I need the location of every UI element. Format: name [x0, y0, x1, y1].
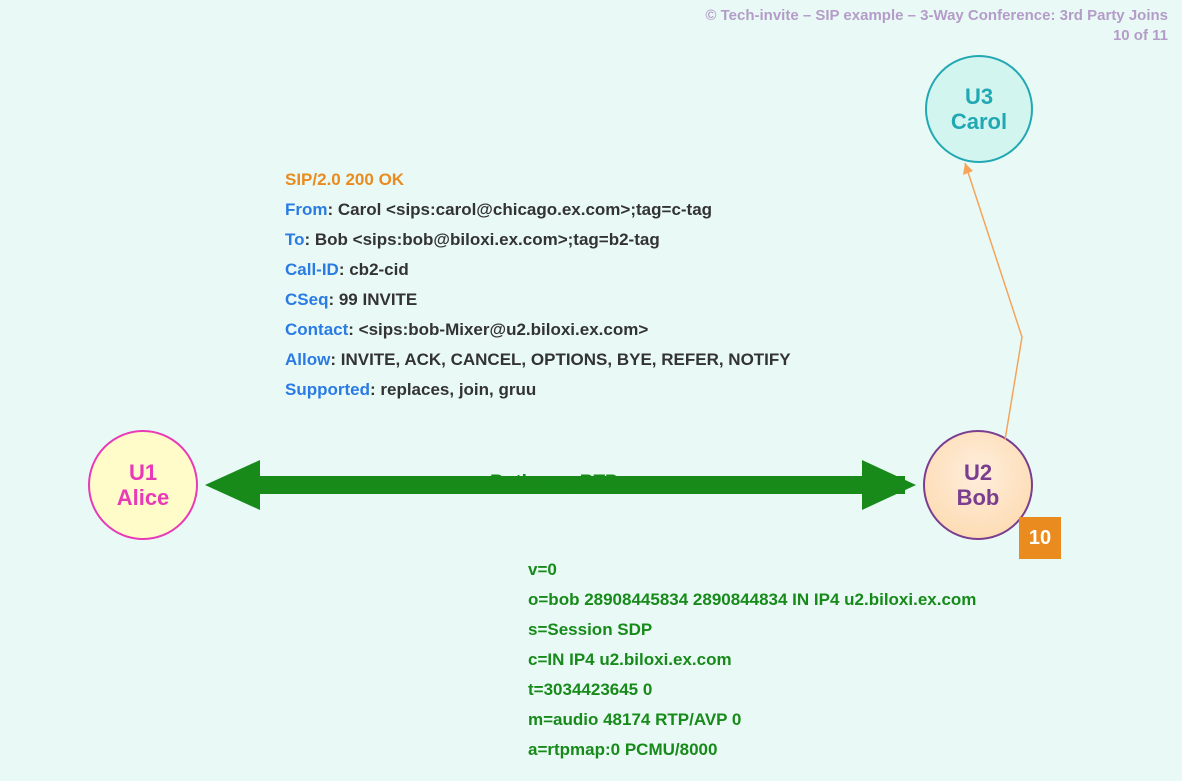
node-u1-id: U1 [129, 460, 157, 485]
sip-message: SIP/2.0 200 OK From: Carol <sips:carol@c… [285, 165, 791, 405]
step-badge: 10 [1019, 517, 1061, 559]
sdp-line-a: a=rtpmap:0 PCMU/8000 [528, 735, 976, 765]
sip-header-allow: Allow: INVITE, ACK, CANCEL, OPTIONS, BYE… [285, 345, 791, 375]
sip-header-cseq: CSeq: 99 INVITE [285, 285, 791, 315]
node-u1-name: Alice [117, 485, 170, 510]
node-u3-carol: U3 Carol [925, 55, 1033, 163]
sip-header-from: From: Carol <sips:carol@chicago.ex.com>;… [285, 195, 791, 225]
node-u2-bob: U2 Bob [923, 430, 1033, 540]
node-u2-id: U2 [964, 460, 992, 485]
sdp-line-v: v=0 [528, 555, 976, 585]
sdp-body: v=0 o=bob 28908445834 2890844834 IN IP4 … [528, 555, 976, 765]
node-u1-alice: U1 Alice [88, 430, 198, 540]
node-u3-name: Carol [951, 109, 1007, 134]
rtp-label: Both way RTP [490, 472, 618, 494]
sdp-line-m: m=audio 48174 RTP/AVP 0 [528, 705, 976, 735]
sip-header-to: To: Bob <sips:bob@biloxi.ex.com>;tag=b2-… [285, 225, 791, 255]
node-u3-id: U3 [965, 84, 993, 109]
node-u2-name: Bob [957, 485, 1000, 510]
page-header: © Tech-invite – SIP example – 3-Way Conf… [705, 6, 1168, 47]
sip-header-supported: Supported: replaces, join, gruu [285, 375, 791, 405]
diagram-canvas: © Tech-invite – SIP example – 3-Way Conf… [0, 0, 1182, 781]
sip-header-call-id: Call-ID: cb2-cid [285, 255, 791, 285]
sdp-line-c: c=IN IP4 u2.biloxi.ex.com [528, 645, 976, 675]
sdp-line-o: o=bob 28908445834 2890844834 IN IP4 u2.b… [528, 585, 976, 615]
sdp-line-t: t=3034423645 0 [528, 675, 976, 705]
sip-header-contact: Contact: <sips:bob-Mixer@u2.biloxi.ex.co… [285, 315, 791, 345]
header-page-indicator: 10 of 11 [705, 26, 1168, 46]
sdp-line-s: s=Session SDP [528, 615, 976, 645]
sip-status-line: SIP/2.0 200 OK [285, 165, 791, 195]
header-title: © Tech-invite – SIP example – 3-Way Conf… [705, 6, 1168, 26]
